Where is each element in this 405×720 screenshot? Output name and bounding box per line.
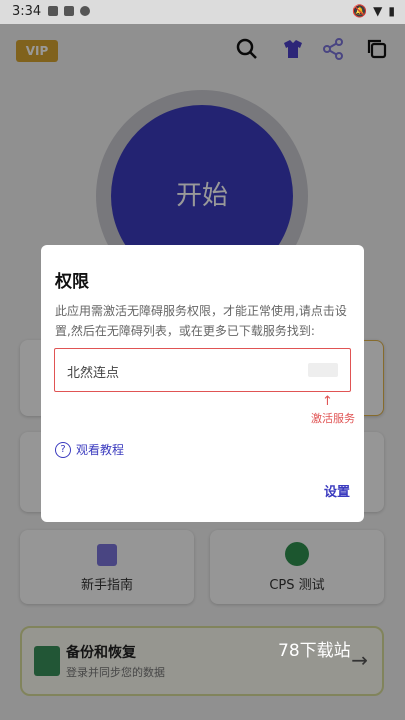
status-icons: 🔕 ▼ ▮ — [352, 4, 395, 18]
status-bar: 3:34 🔕 ▼ ▮ — [0, 0, 405, 24]
notification-icon — [64, 6, 74, 16]
mute-icon: 🔕 — [352, 4, 368, 18]
service-row[interactable]: 北然连点 — [54, 348, 351, 392]
watermark: 78下载站 — [278, 641, 351, 661]
notification-icon — [48, 6, 58, 16]
service-name: 北然连点 — [67, 366, 120, 381]
notification-icon — [80, 6, 90, 16]
battery-icon: ▮ — [388, 4, 395, 18]
wifi-icon: ▼ — [373, 4, 383, 18]
dialog-title: 权限 — [55, 272, 89, 292]
activate-hint: 激活服务 — [311, 412, 355, 425]
settings-button[interactable]: 设置 — [324, 481, 350, 500]
tutorial-link[interactable]: ? 观看教程 — [55, 441, 124, 458]
service-toggle[interactable] — [308, 363, 338, 377]
dialog-message: 此应用需激活无障碍服务权限，才能正常使用,请点击设置,然后在无障碍列表，或在更多… — [55, 304, 347, 338]
status-time: 3:34 — [12, 4, 42, 19]
permission-dialog: 权限 此应用需激活无障碍服务权限，才能正常使用,请点击设置,然后在无障碍列表，或… — [41, 245, 364, 522]
tutorial-label: 观看教程 — [76, 443, 125, 457]
help-icon: ? — [55, 441, 71, 458]
arrow-up-icon: ↑ — [322, 394, 333, 409]
